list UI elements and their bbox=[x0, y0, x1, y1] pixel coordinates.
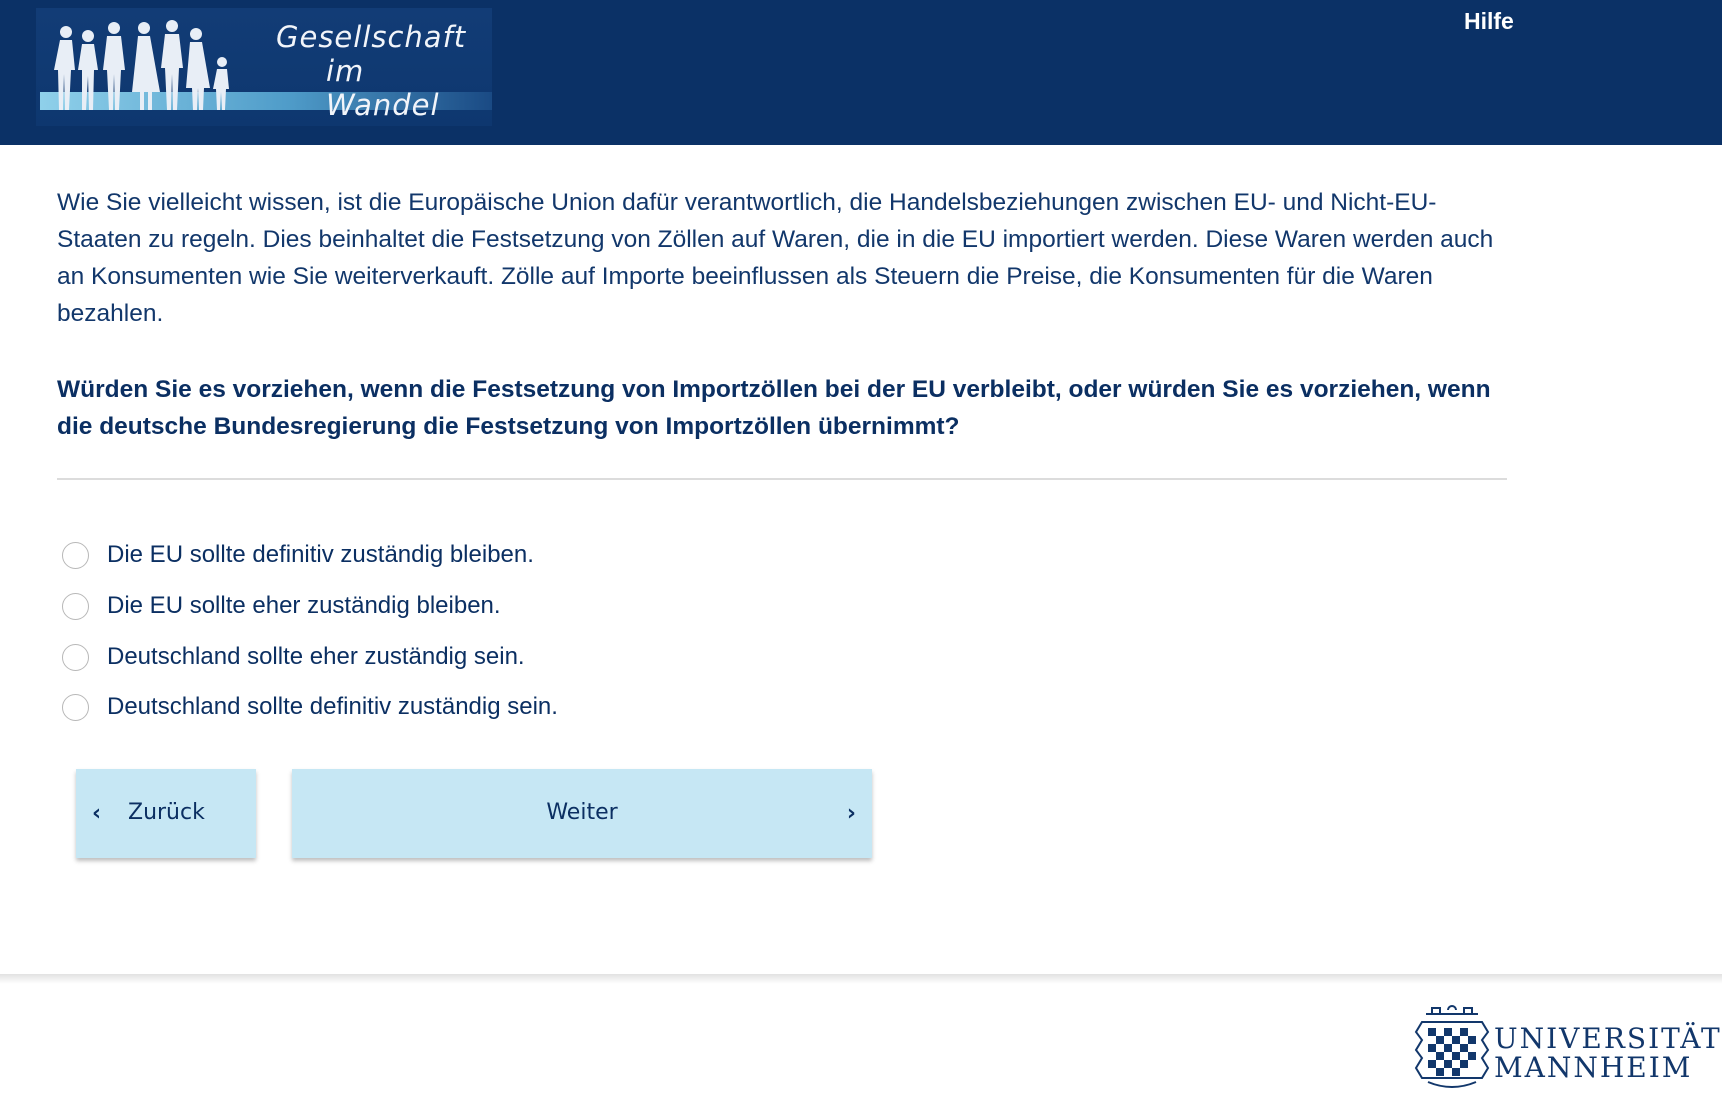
answer-option-1[interactable]: Die EU sollte definitiv zuständig bleibe… bbox=[62, 535, 762, 575]
radio-button[interactable] bbox=[62, 541, 89, 569]
divider bbox=[57, 478, 1507, 480]
logo-text-line1: Gesellschaft bbox=[276, 20, 467, 54]
answer-option-4[interactable]: Deutschland sollte definitiv zuständig s… bbox=[62, 687, 762, 727]
radio-button[interactable] bbox=[62, 643, 89, 671]
chevron-right-icon: › bbox=[846, 801, 856, 826]
footer-divider bbox=[0, 974, 1722, 984]
answer-option-label: Die EU sollte definitiv zuständig bleibe… bbox=[107, 541, 534, 568]
next-button-label: Weiter bbox=[546, 800, 618, 825]
help-link[interactable]: Hilfe bbox=[1464, 8, 1514, 35]
radio-button[interactable] bbox=[62, 592, 89, 620]
answer-option-label: Deutschland sollte eher zuständig sein. bbox=[107, 643, 525, 670]
university-name-line1: UNIVERSITÄT bbox=[1494, 1022, 1722, 1055]
page-header: Gesellschaft im Wandel Hilfe bbox=[0, 0, 1722, 145]
universitaet-mannheim-logo: UNIVERSITÄT MANNHEIM bbox=[1412, 1002, 1720, 1090]
answer-option-2[interactable]: Die EU sollte eher zuständig bleiben. bbox=[62, 586, 762, 626]
next-button[interactable]: Weiter › bbox=[292, 769, 872, 858]
people-silhouettes-icon bbox=[54, 20, 229, 110]
gesellschaft-im-wandel-logo: Gesellschaft im Wandel bbox=[36, 8, 492, 126]
intro-text: Wie Sie vielleicht wissen, ist die Europ… bbox=[57, 189, 1494, 327]
answer-option-label: Deutschland sollte definitiv zuständig s… bbox=[107, 693, 558, 720]
answer-option-label: Die EU sollte eher zuständig bleiben. bbox=[107, 592, 501, 619]
logo-text-line2: im Wandel bbox=[326, 54, 440, 122]
university-name-line2: MANNHEIM bbox=[1494, 1051, 1693, 1084]
question-text: Würden Sie es vorziehen, wenn die Festse… bbox=[57, 376, 1491, 440]
radio-button[interactable] bbox=[62, 693, 89, 721]
university-crest-icon bbox=[1414, 1005, 1490, 1088]
back-button-label: Zurück bbox=[128, 800, 205, 825]
answer-option-3[interactable]: Deutschland sollte eher zuständig sein. bbox=[62, 637, 762, 677]
back-button[interactable]: ‹ Zurück bbox=[76, 769, 256, 858]
